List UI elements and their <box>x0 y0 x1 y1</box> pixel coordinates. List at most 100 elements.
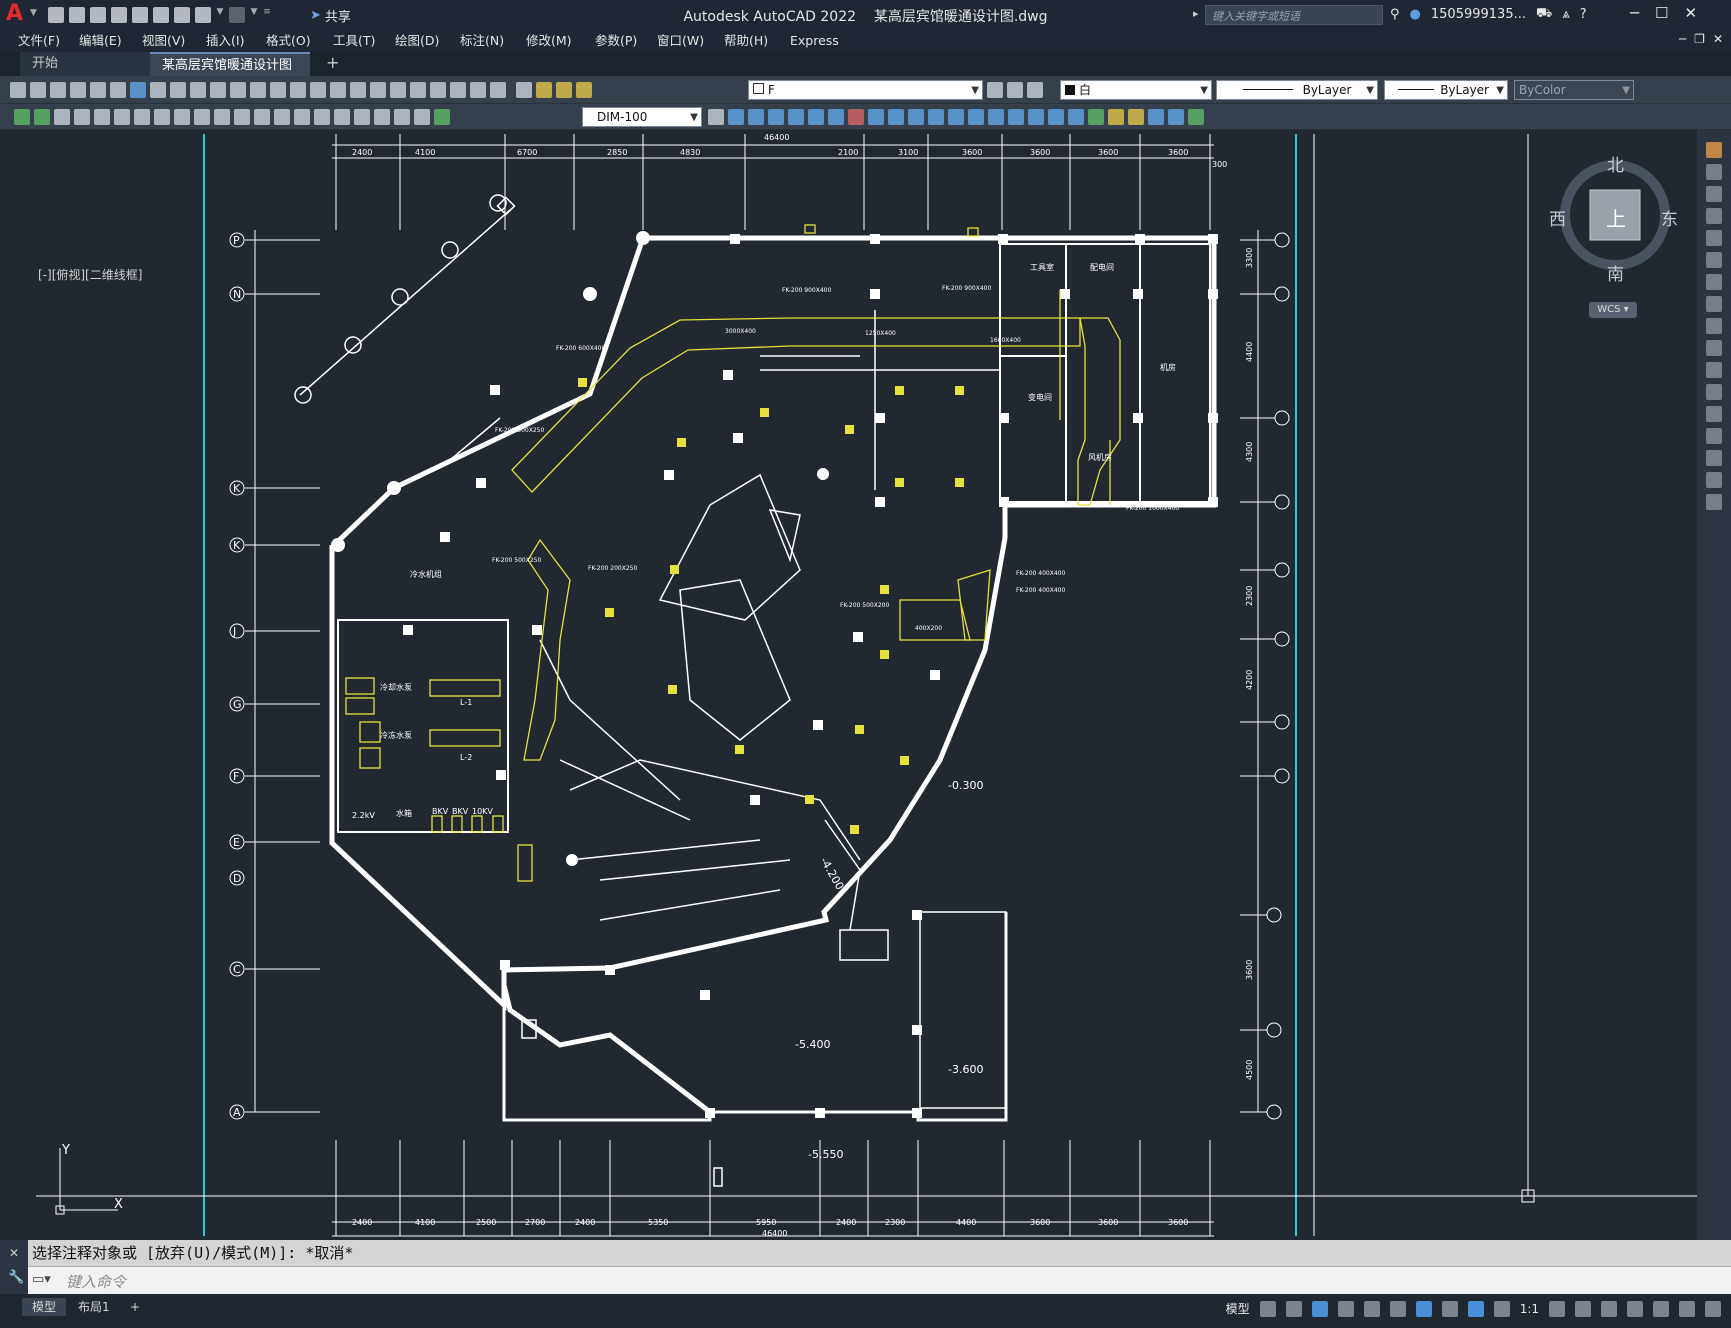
model-space-button[interactable]: 模型 <box>1226 1300 1250 1317</box>
wcs-menu-button[interactable]: WCS ▾ <box>1589 302 1637 318</box>
share-button[interactable]: ➤ 共享 <box>310 6 351 25</box>
toolbar-edit2-icon[interactable] <box>34 109 50 125</box>
match-prop-icon[interactable] <box>210 82 226 98</box>
doc-close-icon[interactable]: ✕ <box>1713 32 1723 46</box>
jogged-linear-icon[interactable] <box>374 109 390 125</box>
viewport-controls[interactable]: [-][俯视][二维线框] <box>38 266 142 283</box>
publish-icon[interactable] <box>110 82 126 98</box>
break-icon[interactable] <box>928 109 944 125</box>
menu-help[interactable]: 帮助(H) <box>724 30 768 52</box>
annotation-monitor-icon[interactable] <box>1575 1300 1591 1317</box>
menu-format[interactable]: 格式(O) <box>266 30 311 52</box>
open-icon[interactable] <box>30 82 46 98</box>
menu-file[interactable]: 文件(F) <box>18 30 60 52</box>
trim-icon[interactable] <box>888 109 904 125</box>
add-layout-icon[interactable]: + <box>120 1298 150 1316</box>
dim-baseline-icon[interactable] <box>234 109 250 125</box>
user-icon[interactable]: ● <box>1410 7 1421 22</box>
block-editor-icon[interactable] <box>230 82 246 98</box>
doc-restore-icon[interactable]: ❐ <box>1694 32 1705 46</box>
join-icon[interactable] <box>948 109 964 125</box>
units-icon[interactable] <box>1601 1300 1617 1317</box>
command-input[interactable]: ▭▾ 键入命令 <box>0 1266 1731 1294</box>
menu-edit[interactable]: 编辑(E) <box>79 30 122 52</box>
save-tool-icon[interactable] <box>50 82 66 98</box>
axis-bubble[interactable] <box>1274 562 1290 578</box>
redo-tool-icon[interactable] <box>270 82 286 98</box>
layer-freeze-icon[interactable] <box>556 82 572 98</box>
compass-north[interactable]: 北 <box>1607 151 1624 176</box>
annotation-visibility-icon[interactable] <box>1467 1300 1484 1317</box>
app-menu-chevron-icon[interactable]: ▼ <box>30 8 37 18</box>
scale-icon[interactable] <box>848 109 864 125</box>
customize-qat-icon[interactable]: ≡ <box>263 7 271 23</box>
layer-properties-icon[interactable] <box>516 82 532 98</box>
axis-bubble[interactable] <box>1274 768 1290 784</box>
doc-minimize-icon[interactable]: ─ <box>1679 32 1686 46</box>
drawing-canvas[interactable]: 2400 4100 6700 2850 4830 46400 2100 3100… <box>0 130 1697 1240</box>
print-preview-icon[interactable] <box>90 82 106 98</box>
redo-icon[interactable] <box>229 7 245 23</box>
tab-start[interactable]: 开始 <box>20 52 150 76</box>
save-icon[interactable] <box>90 7 106 23</box>
isolate-objects-icon[interactable] <box>1653 1300 1669 1317</box>
color-dropdown[interactable]: 白 ▼ <box>1060 80 1212 100</box>
user-name[interactable]: 1505999135... <box>1431 7 1526 22</box>
menu-dimension[interactable]: 标注(N) <box>460 30 504 52</box>
compass-south[interactable]: 南 <box>1607 260 1624 285</box>
menu-modify[interactable]: 修改(M) <box>526 30 572 52</box>
duct-diffusers[interactable] <box>578 378 964 834</box>
dim-linear-icon[interactable] <box>54 109 70 125</box>
dim-break-icon[interactable] <box>294 109 310 125</box>
menu-express[interactable]: Express <box>790 30 839 52</box>
qnew-icon[interactable] <box>10 82 26 98</box>
break-right-icon[interactable] <box>1706 384 1722 400</box>
new-tab-icon[interactable]: + <box>326 53 339 72</box>
calculator-icon[interactable] <box>470 82 486 98</box>
compass-east[interactable]: 东 <box>1661 205 1678 230</box>
tab-drawing[interactable]: 某高层宾馆暖通设计图* ✕ <box>150 52 310 98</box>
dim-style-manager-icon[interactable] <box>708 109 724 125</box>
erase-right-icon[interactable] <box>1706 142 1722 158</box>
search-icon[interactable]: ⚲ <box>1390 7 1400 22</box>
help-icon[interactable]: ? <box>1580 7 1587 22</box>
command-grip[interactable]: ✕ 🔧 <box>0 1240 28 1294</box>
open-web-icon[interactable] <box>132 7 148 23</box>
command-close-icon[interactable]: ✕ <box>9 1246 19 1260</box>
search-expand-icon[interactable]: ▸ <box>1193 7 1199 20</box>
mirror-right-icon[interactable] <box>1706 186 1722 202</box>
zoom-window-icon[interactable] <box>330 82 346 98</box>
ortho-icon[interactable] <box>1311 1300 1328 1317</box>
mirror-icon[interactable] <box>748 109 764 125</box>
minimize-icon[interactable]: ─ <box>1630 4 1639 22</box>
layer-on-icon[interactable] <box>536 82 552 98</box>
auto-scale-icon[interactable] <box>1493 1300 1510 1317</box>
view-cube[interactable]: 北 南 东 西 上 <box>1549 155 1678 285</box>
axis-bubble[interactable] <box>1274 494 1290 510</box>
axis-bubble[interactable] <box>1274 286 1290 302</box>
isodraft-icon[interactable] <box>1363 1300 1380 1317</box>
layer-previous-icon[interactable] <box>1007 82 1023 98</box>
blend-right-icon[interactable] <box>1706 472 1722 488</box>
layer-lock-icon[interactable] <box>576 82 592 98</box>
autocad-logo-icon[interactable]: A <box>6 3 28 25</box>
undo-dropdown-icon[interactable]: ▼ <box>216 7 224 23</box>
command-recent-icon[interactable]: ▭▾ <box>32 1272 51 1287</box>
outer-wall[interactable] <box>329 235 1217 1011</box>
dim-edit-icon[interactable] <box>394 109 410 125</box>
cut-icon[interactable] <box>150 82 166 98</box>
dim-aligned-icon[interactable] <box>74 109 90 125</box>
offset-icon[interactable] <box>768 109 784 125</box>
center-mark-icon[interactable] <box>334 109 350 125</box>
axis-bubble[interactable] <box>1274 631 1290 647</box>
attach-icon[interactable] <box>1188 109 1204 125</box>
menu-window[interactable]: 窗口(W) <box>657 30 704 52</box>
array-icon[interactable] <box>788 109 804 125</box>
lower-curved-wall[interactable] <box>501 984 712 1114</box>
cube-face-top[interactable]: 上 <box>1606 203 1626 232</box>
dim-ordinate-icon[interactable] <box>114 109 130 125</box>
dim-diameter-icon[interactable] <box>174 109 190 125</box>
chamfer-right-icon[interactable] <box>1706 428 1722 444</box>
extend-icon[interactable] <box>908 109 924 125</box>
scale-right-icon[interactable] <box>1706 296 1722 312</box>
